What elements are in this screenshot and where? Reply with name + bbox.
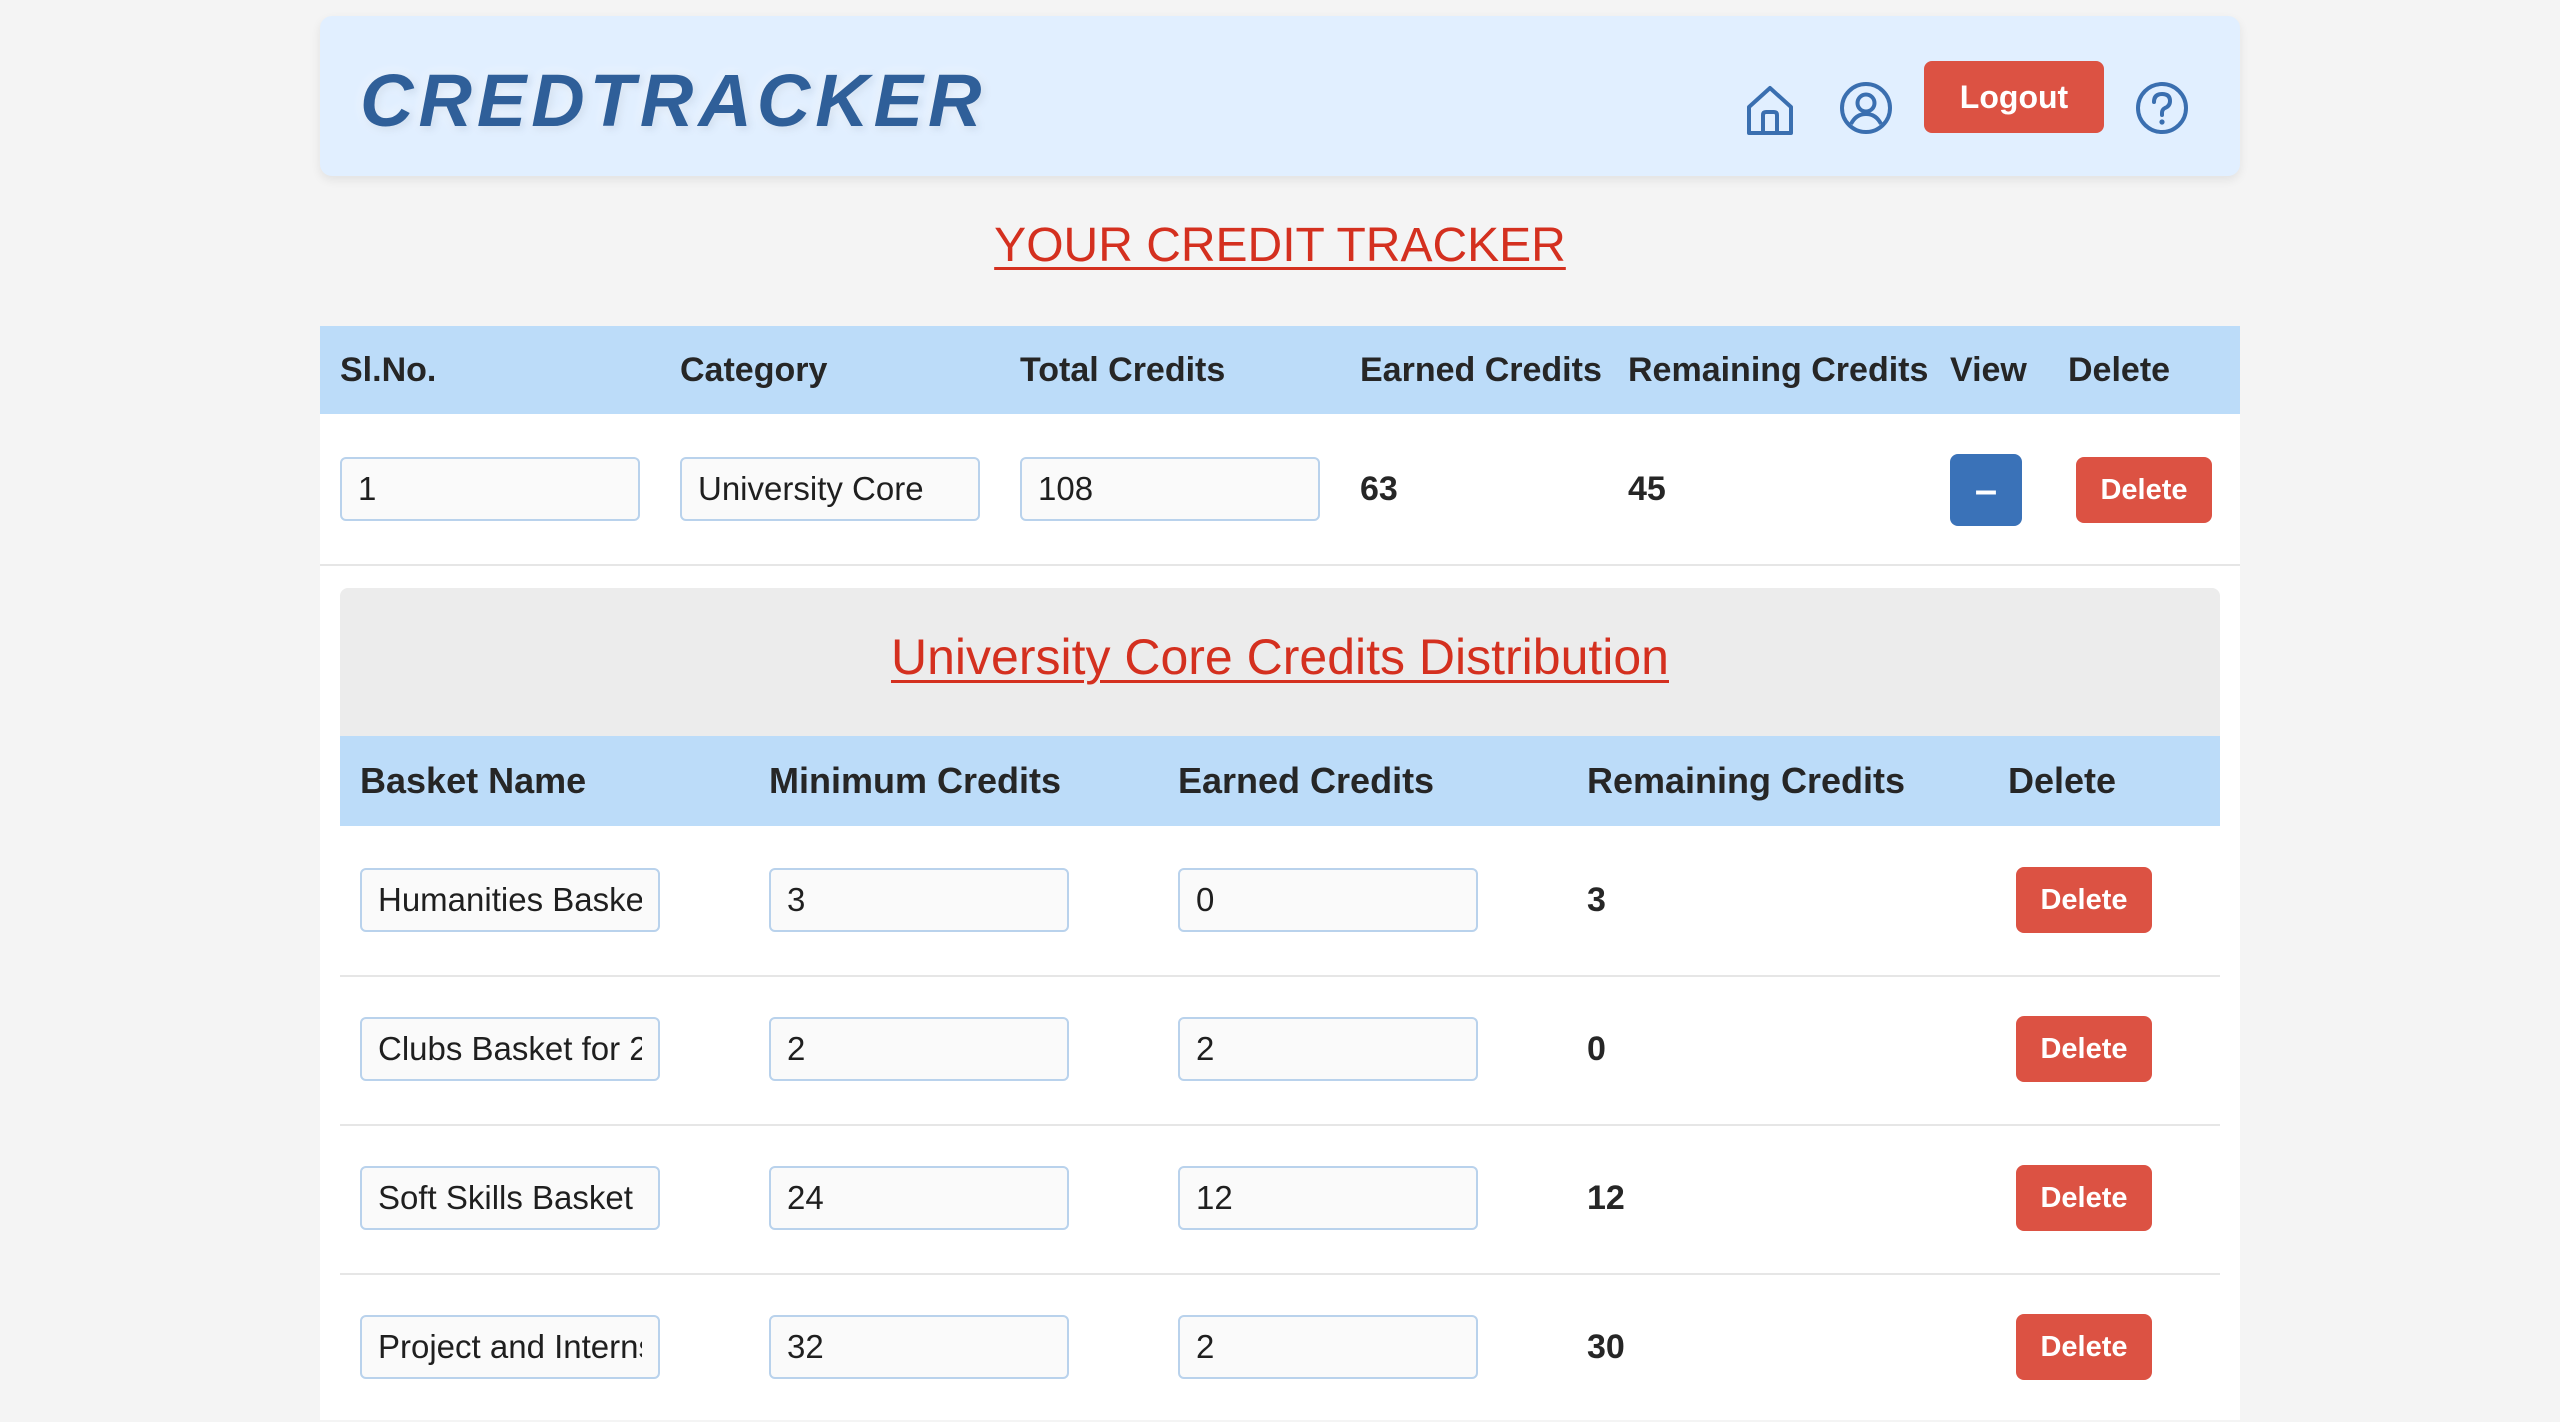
app-container: CREDTRACKER Logout YOUR CREDIT TRACKER S… (320, 0, 2240, 1420)
delete-category-button[interactable]: Delete (2076, 457, 2212, 523)
app-logo[interactable]: CREDTRACKER (360, 58, 986, 143)
delete-basket-button[interactable]: Delete (2016, 1314, 2152, 1380)
header-earned-credits: Earned Credits (1360, 351, 1602, 389)
credit-tracker-table: Sl.No. Category Total Credits Earned Cre… (320, 326, 2240, 1420)
distribution-title: University Core Credits Distribution (890, 629, 1669, 685)
home-button[interactable] (1740, 80, 1800, 140)
earned-credits-input[interactable] (1178, 1315, 1478, 1379)
basket-name-input[interactable] (360, 868, 660, 932)
category-input[interactable] (680, 457, 980, 521)
earned-credits-input[interactable] (1178, 1166, 1478, 1230)
header-category: Category (680, 351, 828, 389)
earned-credits-input[interactable] (1178, 1017, 1478, 1081)
profile-button[interactable] (1836, 78, 1896, 138)
distribution-table-header: Basket Name Minimum Credits Earned Credi… (340, 736, 2220, 826)
header-total-credits: Total Credits (1020, 351, 1226, 389)
header-view: View (1950, 351, 2027, 389)
delete-basket-button[interactable]: Delete (2016, 1016, 2152, 1082)
distribution-title-bar: University Core Credits Distribution (340, 588, 2220, 736)
header-remaining-credits: Remaining Credits (1587, 760, 1906, 801)
minimum-credits-input[interactable] (769, 868, 1069, 932)
basket-row: 12 Delete (340, 1124, 2220, 1275)
table-row: 63 45 – Delete (320, 414, 2240, 566)
total-credits-input[interactable] (1020, 457, 1320, 521)
header-delete: Delete (2008, 760, 2117, 801)
earned-credits-value: 63 (1360, 470, 1398, 508)
header-earned-credits: Earned Credits (1178, 760, 1435, 801)
basket-name-input[interactable] (360, 1315, 660, 1379)
header-remaining-credits: Remaining Credits (1628, 351, 1929, 389)
header-delete: Delete (2068, 351, 2171, 389)
home-icon (1747, 86, 1793, 135)
delete-basket-button[interactable]: Delete (2016, 1165, 2152, 1231)
collapse-view-button[interactable]: – (1950, 454, 2022, 526)
remaining-credits-value: 45 (1628, 470, 1666, 508)
remaining-credits-value: 0 (1587, 1030, 1606, 1068)
delete-basket-button[interactable]: Delete (2016, 867, 2152, 933)
basket-row: 3 Delete (340, 826, 2220, 977)
minimum-credits-input[interactable] (769, 1315, 1069, 1379)
basket-name-input[interactable] (360, 1017, 660, 1081)
table-header: Sl.No. Category Total Credits Earned Cre… (320, 326, 2240, 414)
sl-no-input[interactable] (340, 457, 640, 521)
header-basket-name: Basket Name (360, 760, 587, 801)
minimum-credits-input[interactable] (769, 1166, 1069, 1230)
help-button[interactable] (2132, 78, 2192, 138)
basket-row: 30 Delete (340, 1273, 2220, 1422)
user-circle-icon (1840, 82, 1892, 134)
top-navbar: CREDTRACKER Logout (320, 16, 2240, 176)
remaining-credits-value: 3 (1587, 881, 1606, 919)
basket-row: 0 Delete (340, 975, 2220, 1126)
logout-button[interactable]: Logout (1924, 61, 2104, 133)
distribution-panel: University Core Credits Distribution Bas… (340, 588, 2220, 1420)
header-sl-no: Sl.No. (340, 351, 437, 389)
page-title: YOUR CREDIT TRACKER (994, 219, 1566, 272)
remaining-credits-value: 12 (1587, 1179, 1625, 1217)
help-circle-icon (2136, 82, 2188, 134)
remaining-credits-value: 30 (1587, 1328, 1625, 1366)
earned-credits-input[interactable] (1178, 868, 1478, 932)
minimum-credits-input[interactable] (769, 1017, 1069, 1081)
header-minimum-credits: Minimum Credits (769, 760, 1062, 801)
basket-name-input[interactable] (360, 1166, 660, 1230)
